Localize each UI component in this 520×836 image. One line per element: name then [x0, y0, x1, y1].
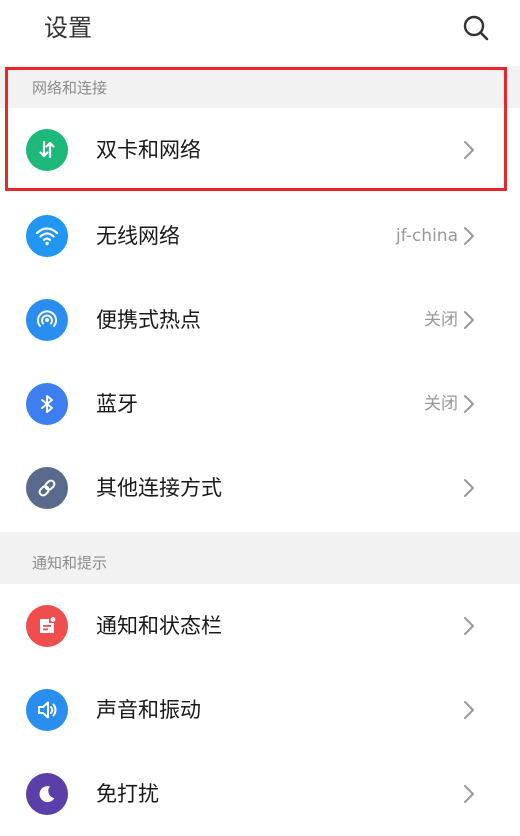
item-label: 免打扰 [96, 782, 159, 806]
item-value: jf-china [396, 226, 458, 246]
search-button[interactable] [458, 10, 494, 46]
settings-item-dual-sim[interactable]: 双卡和网络 [0, 108, 520, 192]
item-label: 双卡和网络 [96, 138, 201, 162]
chevron-right-icon [464, 311, 474, 329]
item-value: 关闭 [424, 310, 458, 330]
settings-page: 设置 网络和连接 双卡和网络 无线网络 jf-china 便携式热点 关闭 蓝牙… [0, 0, 520, 836]
settings-item-do-not-disturb[interactable]: 免打扰 [0, 752, 520, 836]
link-icon [26, 467, 68, 509]
wifi-icon [26, 215, 68, 257]
header: 设置 [0, 0, 520, 58]
item-label: 便携式热点 [96, 308, 201, 332]
chevron-right-icon [464, 701, 474, 719]
item-value: 关闭 [424, 394, 458, 414]
settings-item-hotspot[interactable]: 便携式热点 关闭 [0, 278, 520, 362]
settings-item-notifications[interactable]: 通知和状态栏 [0, 584, 520, 668]
section-title: 通知和提示 [32, 554, 108, 572]
chevron-right-icon [464, 141, 474, 159]
item-label: 蓝牙 [96, 392, 138, 416]
search-icon [463, 15, 489, 41]
dual-sim-icon [26, 129, 68, 171]
notification-icon [26, 605, 68, 647]
page-title: 设置 [44, 14, 92, 42]
item-label: 无线网络 [96, 224, 180, 248]
section-header-network: 网络和连接 [0, 66, 520, 108]
item-label: 声音和振动 [96, 698, 201, 722]
bluetooth-icon [26, 383, 68, 425]
settings-item-bluetooth[interactable]: 蓝牙 关闭 [0, 362, 520, 446]
item-label: 通知和状态栏 [96, 614, 222, 638]
section-title: 网络和连接 [32, 79, 108, 97]
settings-item-wifi[interactable]: 无线网络 jf-china [0, 194, 520, 278]
hotspot-icon [26, 299, 68, 341]
chevron-right-icon [464, 395, 474, 413]
chevron-right-icon [464, 479, 474, 497]
chevron-right-icon [464, 617, 474, 635]
chevron-right-icon [464, 227, 474, 245]
moon-icon [26, 773, 68, 815]
item-label: 其他连接方式 [96, 476, 222, 500]
settings-item-sound[interactable]: 声音和振动 [0, 668, 520, 752]
chevron-right-icon [464, 785, 474, 803]
section-header-notifications: 通知和提示 [0, 532, 520, 584]
settings-item-other-connections[interactable]: 其他连接方式 [0, 446, 520, 530]
sound-icon [26, 689, 68, 731]
